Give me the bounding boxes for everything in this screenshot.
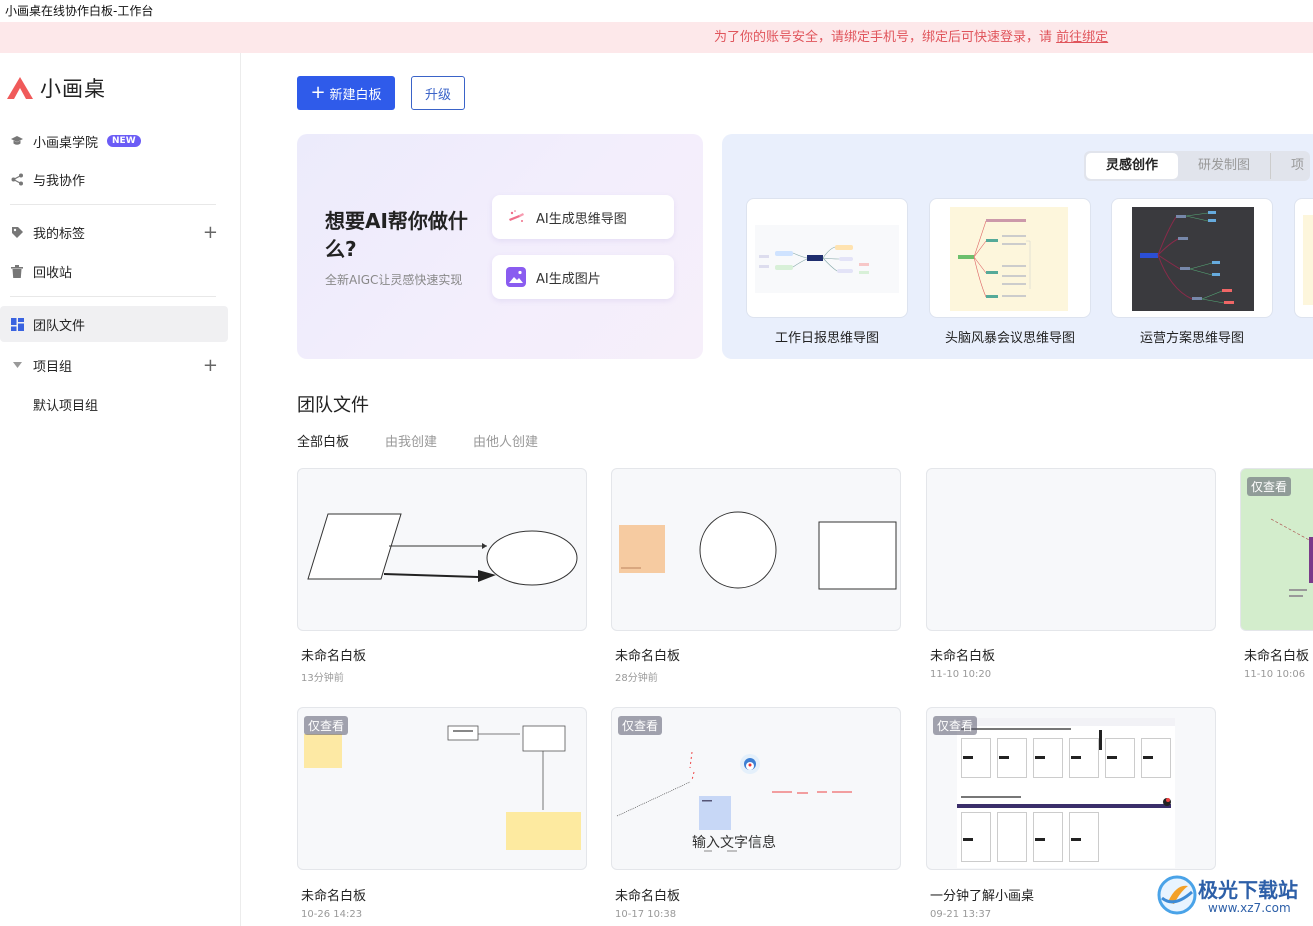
ai-card: 想要AI帮你做什么? 全新AIGC让灵感快速实现 AI生成思维导图 AI生成图片 <box>297 134 703 359</box>
tab-all-boards[interactable]: 全部白板 <box>297 431 349 450</box>
template-thumbnail <box>1303 215 1313 305</box>
board-time: 09-21 13:37 <box>930 909 992 920</box>
board-name[interactable]: 一分钟了解小画桌 <box>930 885 1034 904</box>
section-title: 团队文件 <box>297 395 369 416</box>
sidebar-item-label: 团队文件 <box>33 318 86 334</box>
template-thumbnail <box>1132 207 1254 311</box>
board-time: 11-10 10:06 <box>1244 669 1306 680</box>
board-card[interactable] <box>297 468 587 631</box>
sidebar-item-label: 默认项目组 <box>33 398 99 414</box>
board-thumbnail <box>307 513 578 586</box>
tab-created-by-me[interactable]: 由我创建 <box>385 431 437 450</box>
sidebar-item-label: 小画桌学院 <box>33 135 99 151</box>
bind-phone-link[interactable]: 前往绑定 <box>1056 30 1108 45</box>
graduation-cap-icon <box>10 134 24 148</box>
ai-image-button[interactable]: AI生成图片 <box>492 255 674 299</box>
board-time: 10-17 10:38 <box>615 909 677 920</box>
sidebar-item-trash[interactable]: 回收站 <box>0 253 228 289</box>
add-tag-icon[interactable]: + <box>203 222 218 243</box>
ai-card-title: 想要AI帮你做什么? <box>325 209 468 261</box>
add-project-icon[interactable]: + <box>203 355 218 376</box>
sidebar-item-project-group[interactable]: 项目组 + <box>0 347 228 383</box>
tab-inspiration[interactable]: 灵感创作 <box>1086 153 1179 179</box>
template-card: 灵感创作 研发制图 项 工作日报思维导图 头脑风暴会议思维导图 运营方案思维导图 <box>722 134 1313 359</box>
sidebar-item-team-files[interactable]: 团队文件 <box>0 306 228 342</box>
sidebar-item-label: 项目组 <box>33 359 73 375</box>
sidebar: 小画桌 小画桌学院 NEW 与我协作 我的标签 + 回收站 团队文件 项目组 +… <box>0 53 241 926</box>
magic-wand-icon <box>509 210 524 222</box>
ai-card-subtitle: 全新AIGC让灵感快速实现 <box>325 273 463 287</box>
board-time: 10-26 14:23 <box>301 909 363 920</box>
board-card[interactable]: 仅查看 <box>926 707 1216 870</box>
sidebar-item-default-project[interactable]: 默认项目组 <box>0 386 228 422</box>
board-name[interactable]: 未命名白板 <box>301 645 366 664</box>
board-card[interactable]: 仅查看 输入文字信息 <box>611 707 901 870</box>
tab-created-by-others[interactable]: 由他人创建 <box>473 431 538 450</box>
template-label: 运营方案思维导图 <box>1139 331 1244 346</box>
logo-icon <box>7 77 33 99</box>
ai-image-label: AI生成图片 <box>536 271 601 287</box>
board-thumbnail <box>619 511 897 590</box>
share-icon <box>10 172 24 186</box>
view-only-badge: 仅查看 <box>1247 477 1292 496</box>
view-only-badge: 仅查看 <box>304 716 349 735</box>
board-name[interactable]: 未命名白板 <box>930 645 995 664</box>
sidebar-item-label: 回收站 <box>33 265 73 281</box>
sidebar-item-tags[interactable]: 我的标签 + <box>0 214 228 250</box>
board-time: 13分钟前 <box>301 673 344 684</box>
logo[interactable]: 小画桌 <box>6 73 106 103</box>
new-board-button[interactable]: + 新建白板 <box>297 76 395 110</box>
trash-icon <box>10 264 24 278</box>
board-name[interactable]: 未命名白板 <box>1244 645 1309 664</box>
board-card[interactable] <box>926 468 1216 631</box>
divider <box>10 204 216 205</box>
tag-icon <box>10 225 24 239</box>
new-board-label: 新建白板 <box>329 87 382 103</box>
sidebar-item-label: 我的标签 <box>33 226 86 242</box>
watermark-url: www.xz7.com <box>1208 901 1291 915</box>
new-badge: NEW <box>107 135 141 147</box>
tab-project[interactable]: 项 <box>1270 153 1308 179</box>
ai-mindmap-label: AI生成思维导图 <box>536 211 627 227</box>
window-title: 小画桌在线协作白板-工作台 <box>0 0 1313 22</box>
board-name[interactable]: 未命名白板 <box>301 885 366 904</box>
ai-mindmap-button[interactable]: AI生成思维导图 <box>492 195 674 239</box>
template-daily-report[interactable] <box>746 198 908 318</box>
view-only-badge: 仅查看 <box>933 716 978 735</box>
board-card[interactable]: 仅查看 <box>1240 468 1313 631</box>
board-text: 输入文字信息 <box>692 835 776 851</box>
watermark-text: 极光下载站 <box>1198 878 1298 902</box>
divider <box>10 296 216 297</box>
sidebar-item-academy[interactable]: 小画桌学院 NEW <box>0 123 228 159</box>
tab-rd-diagram[interactable]: 研发制图 <box>1178 153 1270 179</box>
logo-text: 小画桌 <box>40 77 106 101</box>
watermark-logo-icon <box>1157 875 1197 915</box>
notice-bar: 为了你的账号安全，请绑定手机号，绑定后可快速登录，请 前往绑定 <box>0 22 1313 53</box>
template-next[interactable] <box>1294 198 1313 318</box>
template-operation[interactable] <box>1111 198 1273 318</box>
board-card[interactable] <box>611 468 901 631</box>
view-only-badge: 仅查看 <box>618 716 663 735</box>
board-time: 11-10 10:20 <box>930 669 992 680</box>
caret-down-icon[interactable] <box>10 358 24 372</box>
board-card[interactable]: 仅查看 <box>297 707 587 870</box>
template-tabs: 灵感创作 研发制图 项 <box>1084 151 1311 181</box>
upgrade-button[interactable]: 升级 <box>411 76 465 110</box>
watermark: 极光下载站 www.xz7.com <box>1150 868 1310 920</box>
template-thumbnail <box>950 207 1068 311</box>
board-name[interactable]: 未命名白板 <box>615 885 680 904</box>
template-thumbnail <box>755 225 899 293</box>
notice-text: 为了你的账号安全，请绑定手机号，绑定后可快速登录，请 <box>714 30 1057 45</box>
plus-icon: + <box>310 82 326 103</box>
template-label: 工作日报思维导图 <box>774 331 879 346</box>
sidebar-item-label: 与我协作 <box>33 173 86 189</box>
template-brainstorm[interactable] <box>929 198 1091 318</box>
board-name[interactable]: 未命名白板 <box>615 645 680 664</box>
grid-icon <box>10 317 24 331</box>
board-time: 28分钟前 <box>615 673 658 684</box>
template-label: 头脑风暴会议思维导图 <box>944 331 1075 346</box>
sidebar-item-collab[interactable]: 与我协作 <box>0 161 228 197</box>
image-ai-icon <box>506 267 526 287</box>
